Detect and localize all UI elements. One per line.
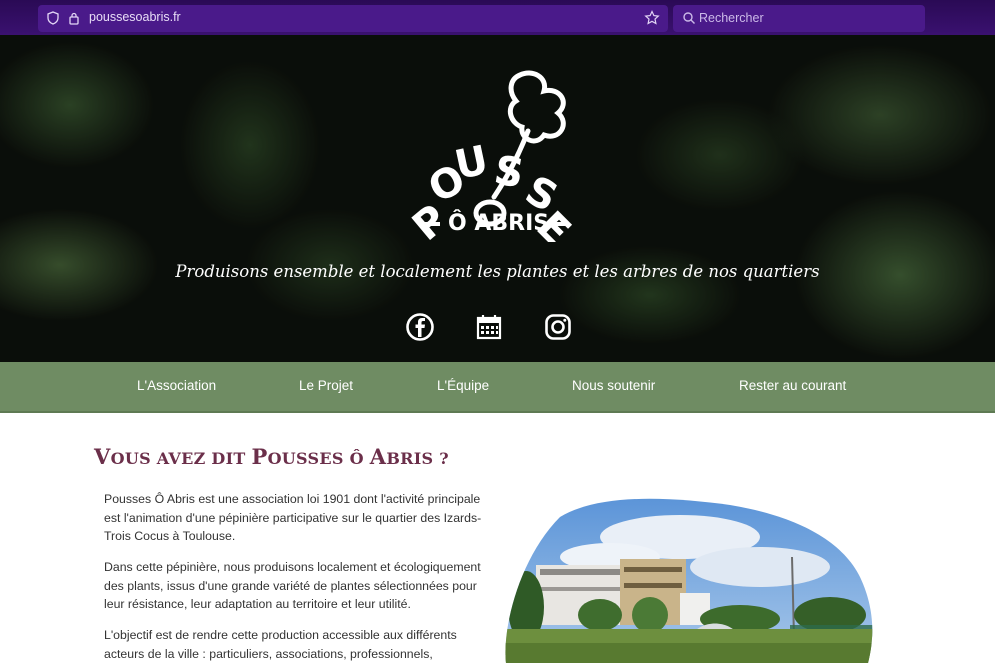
lock-icon[interactable]: [67, 11, 81, 25]
svg-text:S: S: [491, 147, 527, 197]
social-links: [0, 312, 995, 346]
calendar-icon[interactable]: [474, 312, 504, 342]
url-text[interactable]: poussesoabris.fr: [89, 10, 181, 24]
hero-banner: P O U S S E Ô ABRIS Produisons ensemble …: [0, 35, 995, 362]
nav-item-projet[interactable]: Le Projet: [299, 378, 353, 393]
facebook-icon[interactable]: [405, 312, 435, 342]
nav-item-equipe[interactable]: L'Équipe: [437, 378, 489, 393]
nav-item-rester-au-courant[interactable]: Rester au courant: [739, 378, 846, 393]
search-icon: [683, 12, 695, 24]
shield-icon[interactable]: [46, 11, 60, 25]
nav-item-association[interactable]: L'Association: [137, 378, 216, 393]
nursery-paragraph: Dans cette pépinière, nous produisons lo…: [104, 560, 481, 611]
objective-paragraph: L'objectif est de rendre cette productio…: [104, 628, 457, 661]
hero-tagline: Produisons ensemble et localement les pl…: [175, 262, 820, 281]
page-title: Vous avez dit Pousses Ô Abris ?: [94, 444, 449, 469]
nursery-photo: [505, 498, 873, 663]
logo-subtitle: Ô ABRIS: [420, 211, 570, 237]
search-placeholder: Rechercher: [699, 11, 764, 25]
main-nav: L'Association Le Projet L'Équipe Nous so…: [0, 362, 995, 413]
address-bar[interactable]: poussesoabris.fr: [38, 5, 668, 32]
intro-paragraph: Pousses Ô Abris est une association loi …: [104, 492, 482, 543]
nav-item-soutenir[interactable]: Nous soutenir: [572, 378, 655, 393]
browser-search-input[interactable]: Rechercher: [673, 5, 925, 32]
browser-toolbar: poussesoabris.fr Rechercher: [0, 0, 995, 35]
bookmark-star-icon[interactable]: [644, 10, 660, 26]
instagram-icon[interactable]: [543, 312, 573, 342]
